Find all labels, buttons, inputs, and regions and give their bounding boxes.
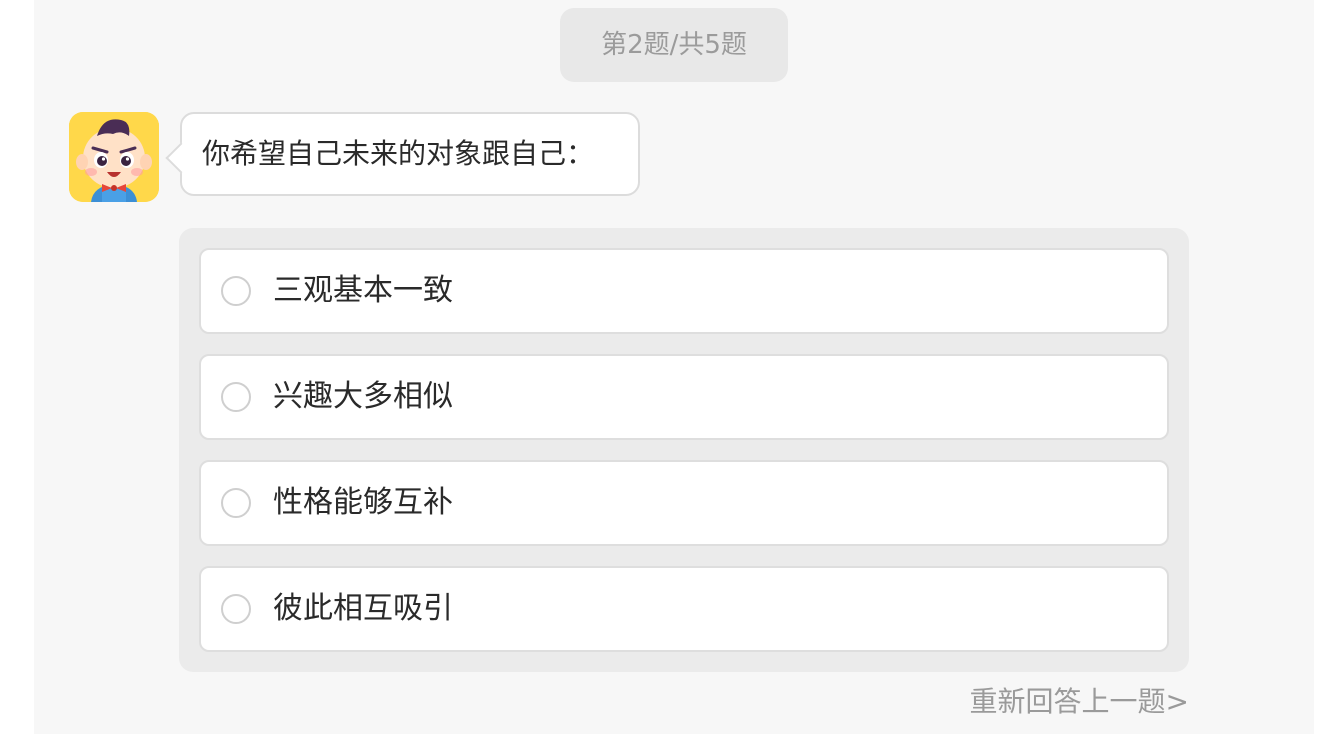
option-label: 彼此相互吸引 bbox=[273, 591, 453, 626]
question-text: 你希望自己未来的对象跟自己： bbox=[202, 137, 595, 170]
redo-previous-question-link[interactable]: 重新回答上一题> bbox=[970, 680, 1189, 724]
bot-avatar bbox=[69, 112, 159, 202]
option-label: 性格能够互补 bbox=[273, 485, 453, 520]
option-2[interactable]: 兴趣大多相似 bbox=[199, 354, 1169, 440]
radio-button-icon[interactable] bbox=[221, 382, 251, 412]
radio-button-icon[interactable] bbox=[221, 488, 251, 518]
option-3[interactable]: 性格能够互补 bbox=[199, 460, 1169, 546]
option-1[interactable]: 三观基本一致 bbox=[199, 248, 1169, 334]
question-bubble: 你希望自己未来的对象跟自己： bbox=[165, 112, 640, 196]
quiz-panel: 第2题/共5题 你希望自己未来的对象跟自己： 三观基本一致 兴趣大多相似 性格能… bbox=[34, 0, 1314, 734]
option-4[interactable]: 彼此相互吸引 bbox=[199, 566, 1169, 652]
answer-options: 三观基本一致 兴趣大多相似 性格能够互补 彼此相互吸引 bbox=[179, 228, 1189, 672]
option-label: 兴趣大多相似 bbox=[273, 379, 453, 414]
radio-button-icon[interactable] bbox=[221, 594, 251, 624]
question-progress-badge: 第2题/共5题 bbox=[560, 8, 788, 82]
option-label: 三观基本一致 bbox=[273, 273, 453, 308]
cartoon-boy-icon bbox=[69, 112, 159, 202]
radio-button-icon[interactable] bbox=[221, 276, 251, 306]
bubble-tail bbox=[165, 142, 197, 174]
